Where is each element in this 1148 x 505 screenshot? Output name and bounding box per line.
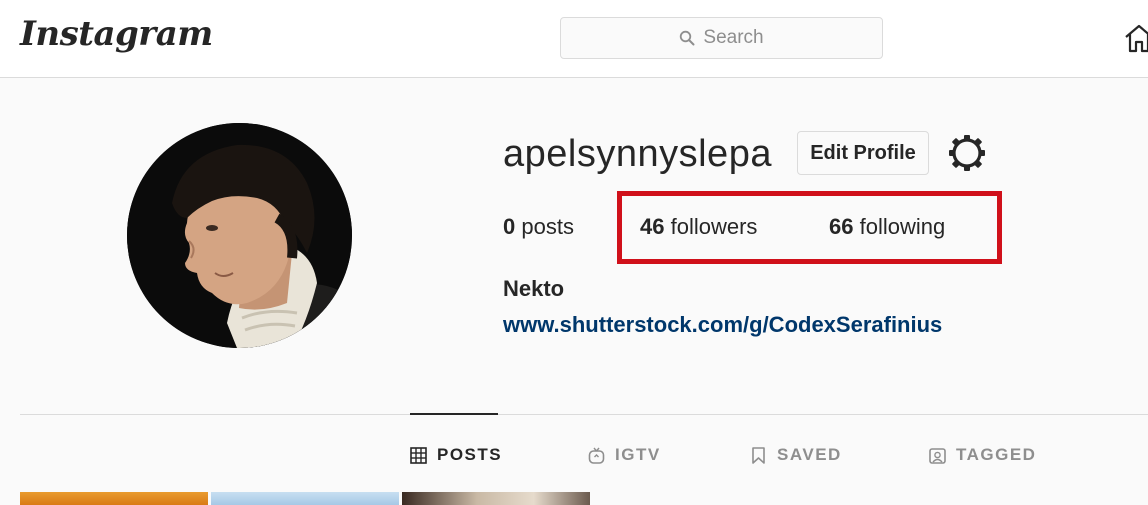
search-icon (680, 30, 695, 46)
tab-igtv-label: IGTV (615, 445, 661, 464)
bookmark-icon (752, 446, 765, 464)
tab-saved[interactable]: SAVED (750, 443, 842, 467)
annotation-highlight-box (617, 191, 1002, 264)
profile-avatar[interactable] (127, 123, 352, 348)
posts-count: 0 (503, 214, 516, 239)
tab-tagged[interactable]: TAGGED (929, 443, 1036, 467)
search-placeholder: Search (703, 27, 764, 48)
tv-icon (588, 447, 605, 464)
post-thumbnail[interactable] (20, 492, 208, 505)
tab-posts-label: POSTS (437, 445, 503, 464)
profile-full-name: Nekto (503, 276, 565, 301)
post-thumbnail[interactable] (211, 492, 399, 505)
search-input[interactable]: Search (560, 17, 883, 59)
search-placeholder-wrap: Search (561, 18, 882, 58)
profile-username: apelsynnyslepa (503, 133, 772, 175)
tab-tagged-label: TAGGED (956, 445, 1037, 464)
edit-profile-button[interactable]: Edit Profile (797, 131, 929, 175)
instagram-logo[interactable]: Instagram (20, 14, 213, 54)
profile-website-link[interactable]: www.shutterstock.com/g/CodexSerafinius (503, 312, 942, 338)
gear-icon[interactable] (948, 134, 986, 172)
tabs-divider (20, 414, 1148, 415)
tag-portrait-icon (929, 447, 946, 464)
tab-posts[interactable]: POSTS (410, 443, 502, 467)
tab-saved-label: SAVED (777, 445, 842, 464)
posts-count-stat: 0 posts (503, 214, 574, 240)
posts-label: posts (521, 214, 574, 239)
top-navigation-bar: Instagram Search (0, 0, 1148, 78)
active-tab-indicator (410, 413, 498, 415)
avatar-portrait-image (127, 123, 352, 348)
tab-igtv[interactable]: IGTV (588, 443, 661, 467)
home-icon[interactable] (1123, 22, 1148, 54)
grid-icon (410, 446, 427, 464)
post-thumbnail[interactable] (402, 492, 590, 505)
